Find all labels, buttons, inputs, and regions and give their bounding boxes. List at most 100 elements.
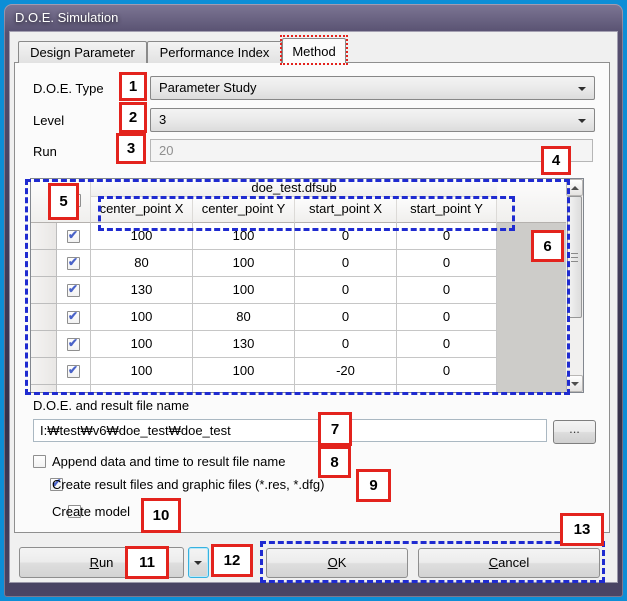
callout-10: 10 xyxy=(141,498,181,533)
file-name-input[interactable] xyxy=(33,419,547,442)
table-row[interactable]: 80 100 0 0 xyxy=(31,250,566,277)
browse-button[interactable]: ... xyxy=(553,420,596,444)
cell[interactable]: 100 xyxy=(91,223,193,250)
callout-5: 5 xyxy=(48,183,79,220)
row-selector[interactable] xyxy=(31,385,57,392)
level-dropdown[interactable]: 3 xyxy=(150,108,595,132)
cell[interactable]: 100 xyxy=(193,250,295,277)
row-selector[interactable] xyxy=(31,358,57,385)
callout-3: 3 xyxy=(116,133,146,164)
callout-1: 1 xyxy=(119,72,147,101)
table-row[interactable]: 100 100 0 0 xyxy=(31,223,566,250)
chevron-down-icon xyxy=(194,561,202,565)
cell[interactable] xyxy=(397,385,497,392)
row-checkbox[interactable] xyxy=(67,309,80,324)
chevron-down-icon xyxy=(578,87,586,91)
append-date-time-label: Append data and time to result file name xyxy=(52,454,286,469)
ok-button[interactable]: OK xyxy=(266,548,408,578)
cell[interactable]: 80 xyxy=(193,304,295,331)
thumb-grip-icon xyxy=(571,261,578,262)
cell[interactable]: 100 xyxy=(91,331,193,358)
row-selector[interactable] xyxy=(31,250,57,277)
cell[interactable] xyxy=(295,385,397,392)
cell[interactable]: 80 xyxy=(91,250,193,277)
callout-12: 12 xyxy=(211,544,253,577)
file-name-label: D.O.E. and result file name xyxy=(33,398,190,413)
cell[interactable]: 0 xyxy=(397,358,497,385)
level-label: Level xyxy=(33,113,65,128)
screenshot-canvas: D.O.E. Simulation Design Parameter Perfo… xyxy=(0,0,627,601)
row-selector[interactable] xyxy=(31,277,57,304)
cell[interactable]: 100 xyxy=(91,358,193,385)
callout-13: 13 xyxy=(560,513,604,546)
callout-2: 2 xyxy=(119,102,147,133)
table-row[interactable]: 130 100 0 0 xyxy=(31,277,566,304)
callout-9: 9 xyxy=(356,469,391,502)
row-checkbox[interactable] xyxy=(67,363,80,378)
column-header-center-point-y[interactable]: center_point Y xyxy=(193,197,295,223)
cell[interactable]: 100 xyxy=(193,223,295,250)
cancel-button[interactable]: Cancel xyxy=(418,548,600,578)
cell[interactable]: 0 xyxy=(397,304,497,331)
scroll-down-button[interactable] xyxy=(566,375,583,392)
table-row[interactable]: 100 130 0 0 xyxy=(31,331,566,358)
append-date-time-checkbox[interactable] xyxy=(33,455,46,468)
row-checkbox[interactable] xyxy=(67,228,80,243)
row-selector[interactable] xyxy=(31,304,57,331)
cell[interactable]: 100 xyxy=(193,358,295,385)
row-checkbox[interactable] xyxy=(67,391,80,392)
cell[interactable]: 130 xyxy=(91,277,193,304)
level-value: 3 xyxy=(159,112,167,127)
cell[interactable]: 0 xyxy=(397,277,497,304)
row-selector[interactable] xyxy=(31,331,57,358)
row-checkbox[interactable] xyxy=(67,336,80,351)
cell[interactable]: 100 xyxy=(193,277,295,304)
run-label: Run xyxy=(33,144,57,159)
column-header-start-point-x[interactable]: start_point X xyxy=(295,197,397,223)
chevron-down-icon xyxy=(578,119,586,123)
cell[interactable]: 130 xyxy=(193,331,295,358)
table-header-filler xyxy=(497,179,566,223)
cell[interactable]: 0 xyxy=(295,250,397,277)
callout-7: 7 xyxy=(318,412,352,446)
cell[interactable] xyxy=(193,385,295,392)
callout-8: 8 xyxy=(318,446,351,478)
row-checkbox[interactable] xyxy=(67,255,80,270)
tab-design-parameter[interactable]: Design Parameter xyxy=(18,41,147,63)
row-selector[interactable] xyxy=(31,223,57,250)
table-row[interactable]: 100 80 0 0 xyxy=(31,304,566,331)
cell[interactable]: 0 xyxy=(397,331,497,358)
cell[interactable]: -20 xyxy=(295,358,397,385)
arrow-down-icon xyxy=(571,382,579,386)
cell[interactable]: 0 xyxy=(295,277,397,304)
doe-type-label: D.O.E. Type xyxy=(33,81,104,96)
cell[interactable]: 0 xyxy=(397,250,497,277)
cell[interactable]: 100 xyxy=(91,304,193,331)
thumb-grip-icon xyxy=(571,257,578,258)
cell[interactable] xyxy=(91,385,193,392)
callout-6: 6 xyxy=(531,230,564,262)
callout-11: 11 xyxy=(125,546,169,579)
cell[interactable]: 0 xyxy=(295,331,397,358)
column-header-start-point-y[interactable]: start_point Y xyxy=(397,197,497,223)
row-checkbox[interactable] xyxy=(67,282,80,297)
doe-type-dropdown[interactable]: Parameter Study xyxy=(150,76,595,100)
tab-performance-index[interactable]: Performance Index xyxy=(147,41,282,63)
scroll-up-button[interactable] xyxy=(566,179,583,196)
create-model-label: Create model xyxy=(52,504,131,519)
table-row[interactable]: 100 100 -20 0 xyxy=(31,358,566,385)
scrollbar-thumb[interactable] xyxy=(567,196,582,318)
cell[interactable]: 0 xyxy=(397,223,497,250)
tab-method[interactable]: Method xyxy=(282,38,346,63)
cell[interactable]: 0 xyxy=(295,223,397,250)
table-row-partial[interactable] xyxy=(31,385,566,392)
table-scrollbar[interactable] xyxy=(566,179,583,392)
run-options-dropdown-button[interactable] xyxy=(188,547,209,578)
doe-type-value: Parameter Study xyxy=(159,80,257,95)
arrow-up-icon xyxy=(571,186,579,190)
thumb-grip-icon xyxy=(571,253,578,254)
cell[interactable]: 0 xyxy=(295,304,397,331)
run-count-field: 20 xyxy=(150,139,593,162)
column-header-center-point-x[interactable]: center_point X xyxy=(91,197,193,223)
callout-4: 4 xyxy=(541,146,571,175)
